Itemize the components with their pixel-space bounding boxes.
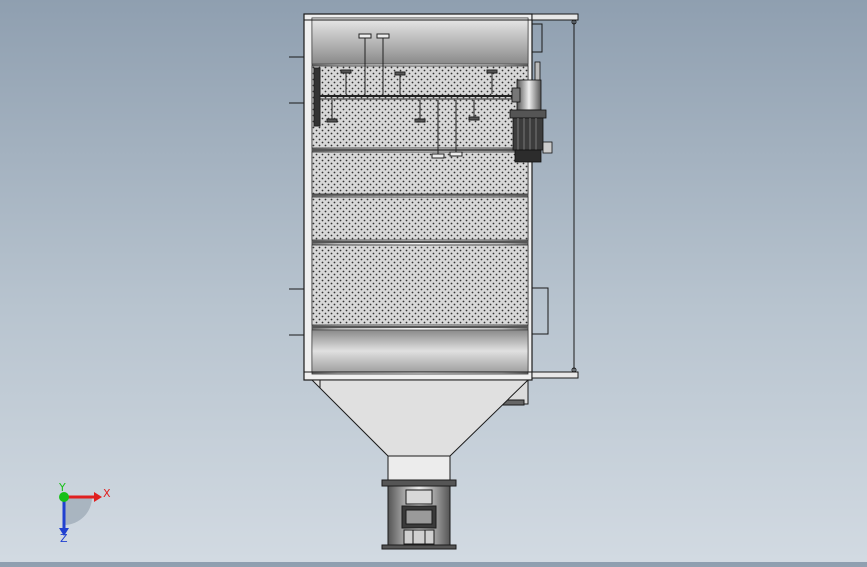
triad-z-label: Z xyxy=(60,532,68,545)
triad-y-label: Y xyxy=(58,481,66,494)
model-canvas[interactable]: X Y Z xyxy=(0,0,867,562)
triad-x-label: X xyxy=(103,487,111,500)
hopper xyxy=(310,379,530,481)
triad-icon xyxy=(59,492,102,536)
rotary-valve xyxy=(381,479,457,550)
cad-viewport[interactable]: X Y Z xyxy=(0,0,867,562)
left-brackets xyxy=(289,56,304,336)
